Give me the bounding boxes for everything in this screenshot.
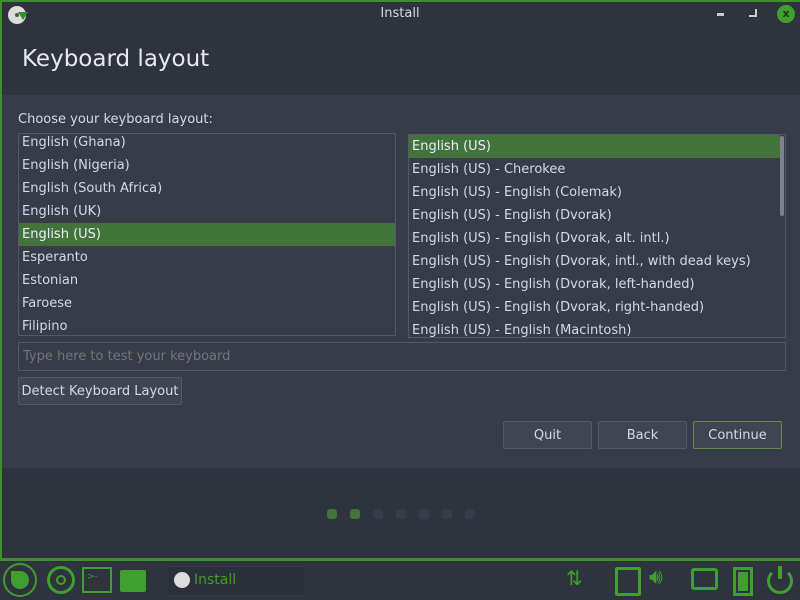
layout-item[interactable]: Esperanto [19,246,395,269]
power-icon[interactable] [767,566,793,594]
variant-list[interactable]: English (US) English (US) - Cherokee Engli… [408,134,786,338]
keyboard-test-input[interactable] [18,342,786,371]
layout-item[interactable]: English (Nigeria) [19,154,395,177]
browser-icon[interactable] [47,566,75,594]
layout-prompt: Choose your keyboard layout: [18,112,213,127]
software-bag-icon[interactable] [120,570,146,592]
back-button[interactable]: Back [598,421,687,449]
variant-item[interactable]: English (US) - English (Dvorak, intl., w… [409,250,780,273]
battery-icon[interactable] [733,567,753,596]
maximize-icon[interactable] [749,9,757,17]
progress-step-dot [373,509,383,519]
close-icon[interactable]: x [777,5,795,23]
clipboard-icon[interactable] [615,567,641,596]
variant-scrollbar[interactable] [780,136,784,216]
layout-item[interactable]: English (South Africa) [19,177,395,200]
layout-item[interactable]: Estonian [19,269,395,292]
detect-layout-button[interactable]: Detect Keyboard Layout [18,377,182,405]
progress-step-dot [465,509,475,519]
layout-item[interactable]: English (US) [19,223,395,246]
page-title: Keyboard layout [22,46,210,72]
variant-item[interactable]: English (US) - English (Dvorak, left-han… [409,273,780,296]
layout-item[interactable]: Filipino [19,315,395,335]
layout-item[interactable]: English (UK) [19,200,395,223]
progress-step-dot [350,509,360,519]
window-title: Install [380,6,420,21]
variant-item[interactable]: English (US) - English (Dvorak, right-ha… [409,296,780,319]
layout-item[interactable]: Faroese [19,292,395,315]
variant-item[interactable]: English (US) - Cherokee [409,158,780,181]
notifications-icon[interactable] [691,568,718,590]
variant-item[interactable]: English (US) - English (Colemak) [409,181,780,204]
terminal-icon[interactable]: >- [82,567,112,593]
continue-button[interactable]: Continue [693,421,782,449]
variant-item[interactable]: English (US) [409,135,780,158]
progress-step-dot [396,509,406,519]
task-label: Install [194,572,237,588]
quit-button[interactable]: Quit [503,421,592,449]
minimize-icon[interactable] [717,13,724,16]
variant-item[interactable]: English (US) - English (Dvorak) [409,204,780,227]
variant-item[interactable]: English (US) - English (Macintosh) [409,319,780,337]
install-task-icon [174,572,190,588]
progress-step-dot [442,509,452,519]
progress-step-dot [419,509,429,519]
layout-list[interactable]: English (Ghana) English (Nigeria) English … [18,133,396,336]
volume-icon[interactable]: 🔊︎ [649,565,663,590]
progress-step-dot [327,509,337,519]
layout-item[interactable]: English (Ghana) [19,134,395,154]
network-transfer-icon[interactable]: ⇅ [566,566,583,590]
menu-leaf-icon[interactable] [3,563,37,597]
variant-item[interactable]: English (US) - English (Dvorak, alt. int… [409,227,780,250]
